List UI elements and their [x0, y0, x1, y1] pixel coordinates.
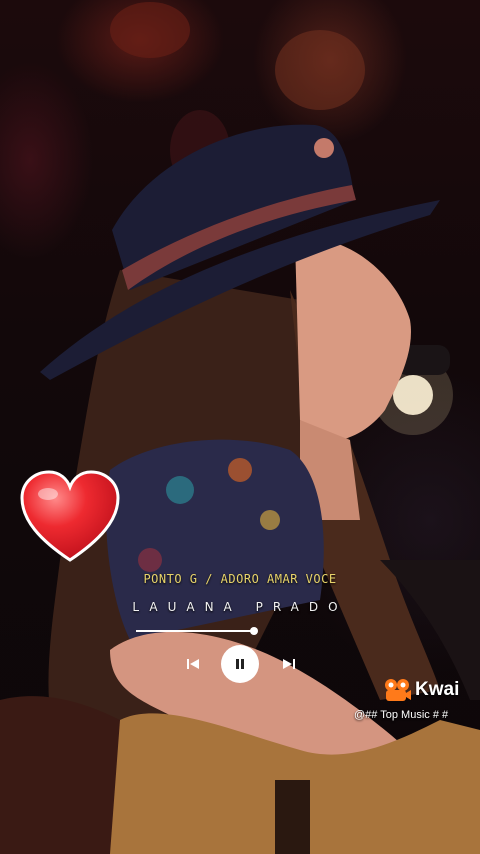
- user-handle: @## Top Music # #: [354, 709, 449, 721]
- progress-knob[interactable]: [249, 627, 258, 635]
- pause-icon: [236, 659, 244, 669]
- artist-name: LAUANA PRADO: [132, 600, 348, 614]
- song-title: PONTO G / ADORO AMAR VOCE: [143, 572, 337, 586]
- progress-fill: [136, 630, 254, 632]
- heart-sticker-icon: [20, 470, 120, 562]
- kwai-logo-icon: [385, 679, 411, 701]
- previous-track-button[interactable]: [182, 653, 204, 675]
- progress-bar[interactable]: [136, 627, 258, 635]
- next-track-icon: [283, 659, 295, 669]
- kwai-watermark: Kwai: [383, 678, 459, 702]
- performer-image: [0, 2, 480, 854]
- kwai-brand-text: Kwai: [415, 679, 460, 700]
- video-frame: PONTO G / ADORO AMAR VOCE LAUANA PRADO K…: [0, 0, 480, 854]
- previous-track-icon: [187, 659, 199, 669]
- next-track-button[interactable]: [278, 653, 300, 675]
- pause-button[interactable]: [221, 645, 259, 683]
